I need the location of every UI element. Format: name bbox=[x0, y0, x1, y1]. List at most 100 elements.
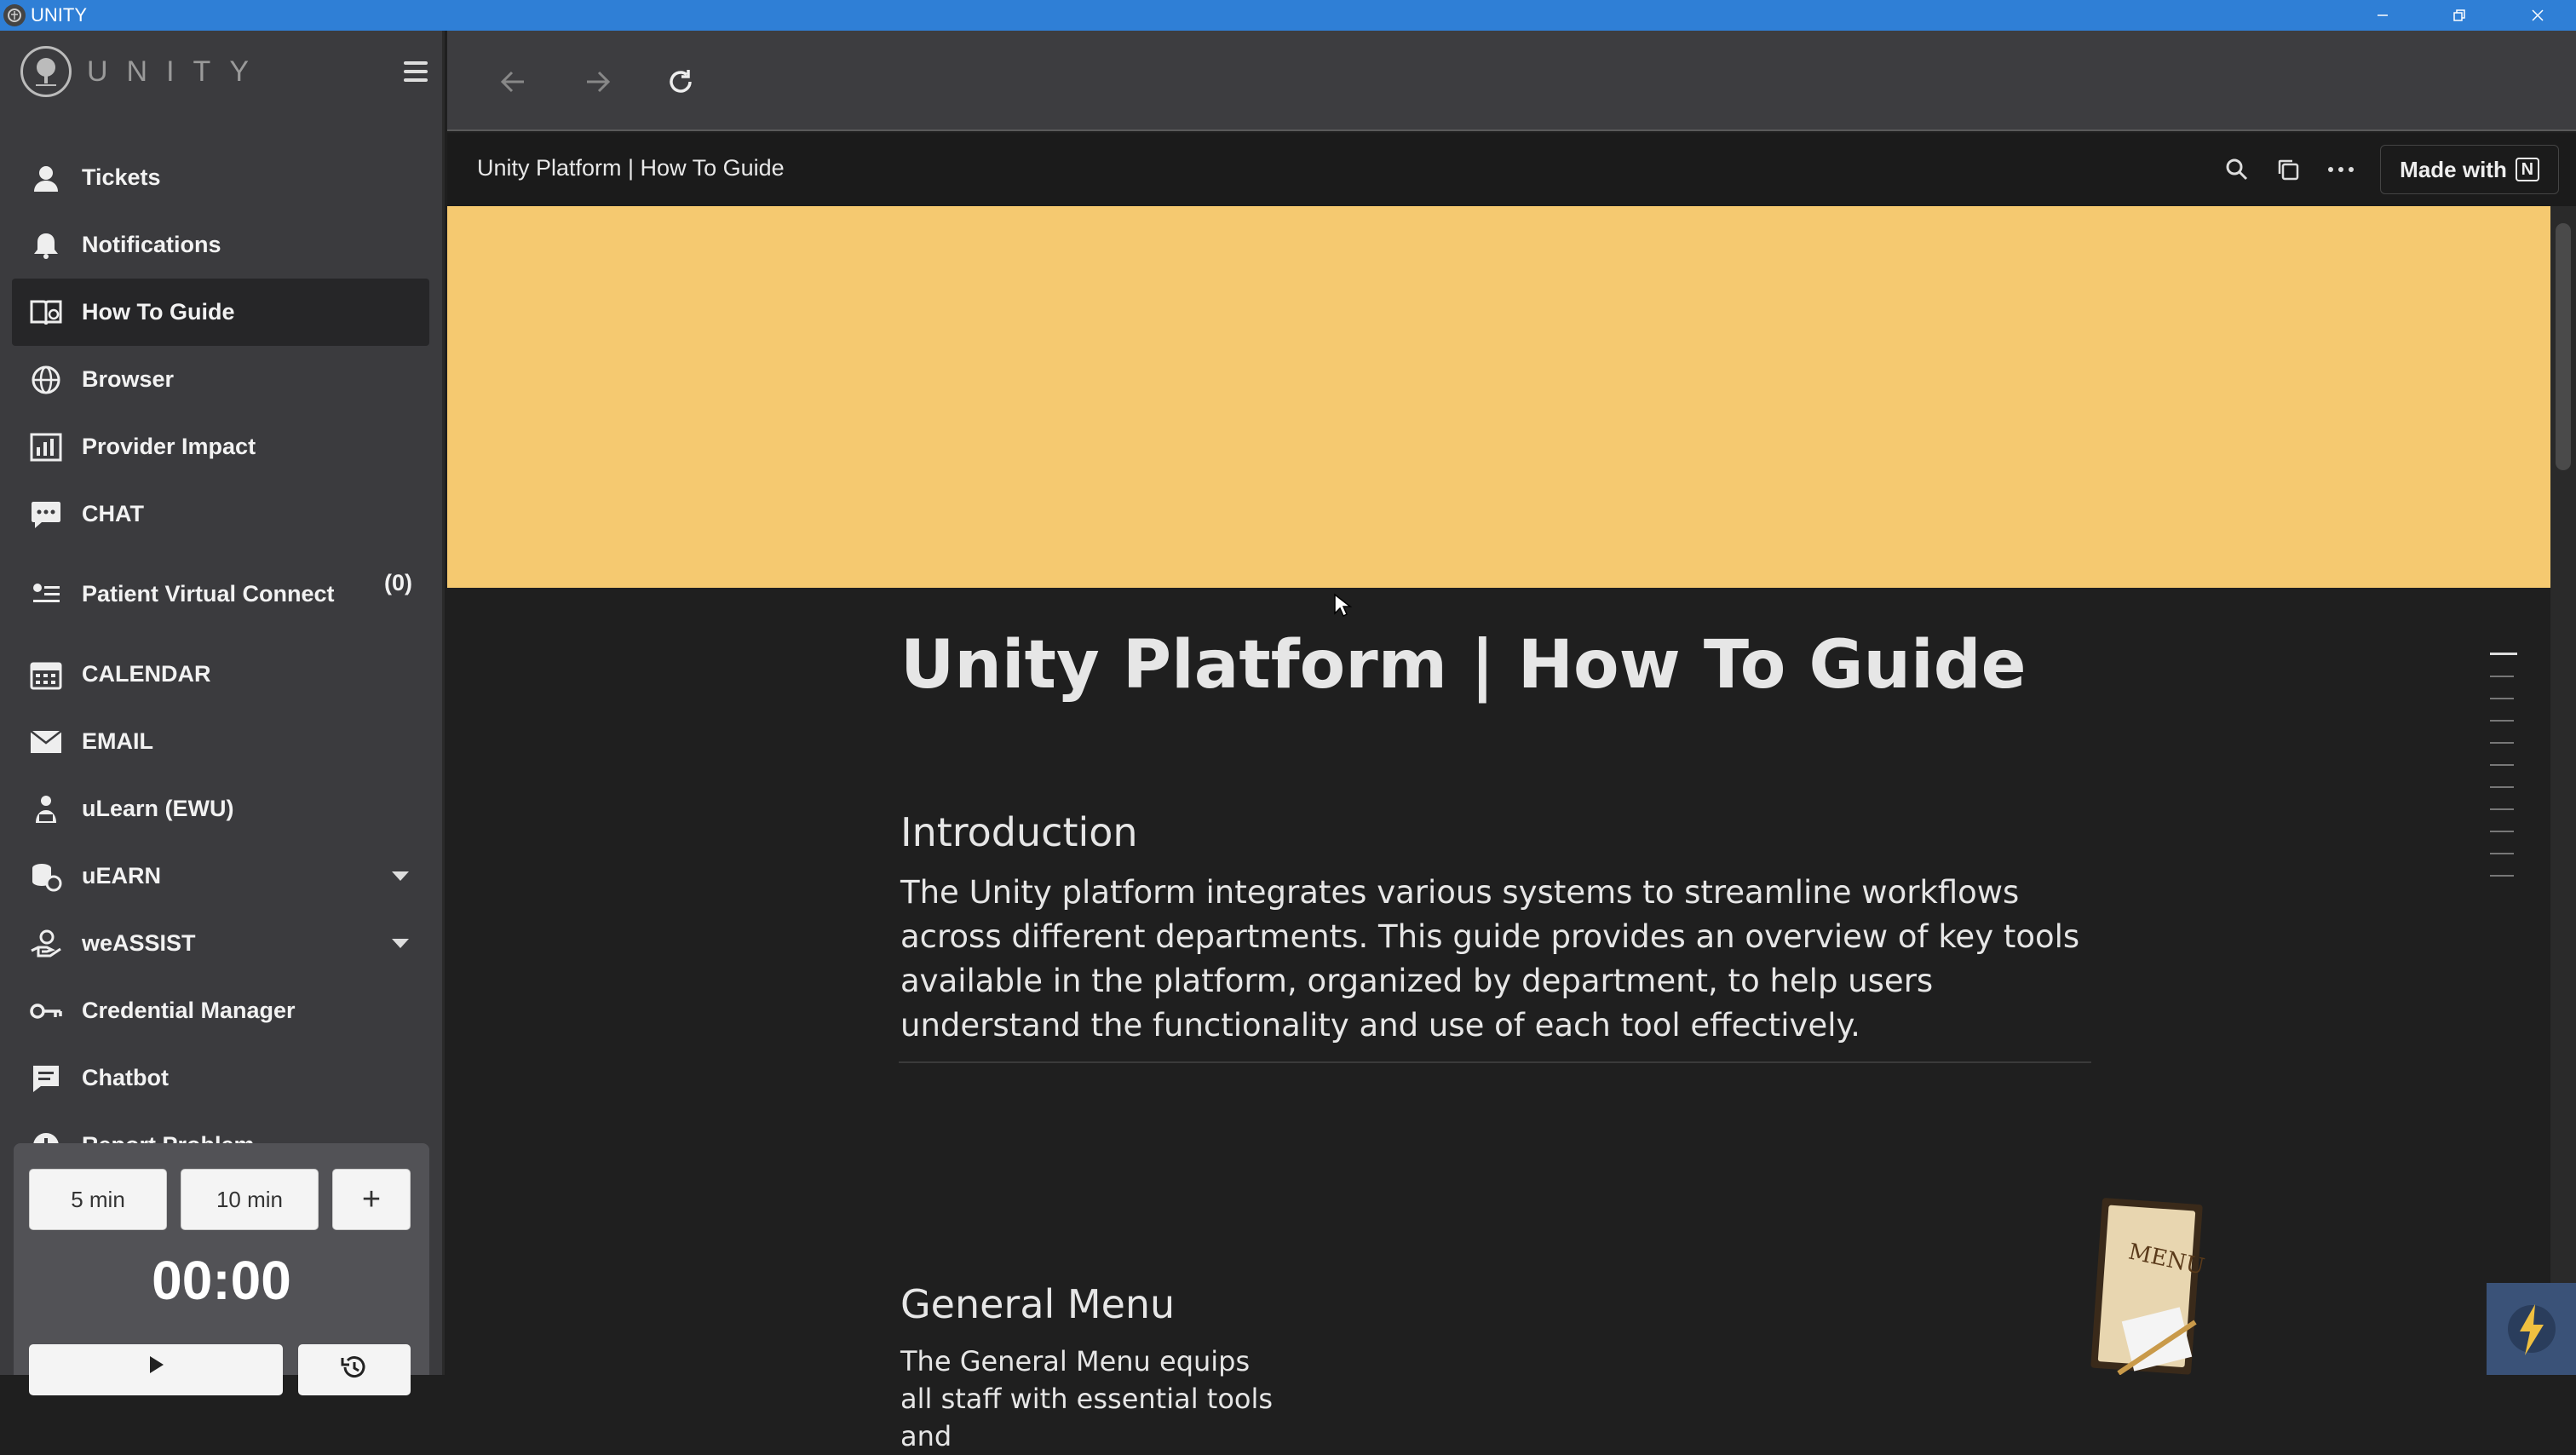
unity-logo[interactable]: UNITY bbox=[20, 46, 267, 97]
made-with-label: Made with bbox=[2400, 156, 2507, 182]
sidebar-item-label: weASSIST bbox=[82, 930, 196, 956]
ellipsis-icon bbox=[2328, 167, 2354, 172]
sidebar-item-patient-virtual-connect[interactable]: Patient Virtual Connect (0) bbox=[12, 548, 429, 641]
sidebar-item-uearn[interactable]: uEARN bbox=[12, 843, 429, 910]
timer-reset-button[interactable] bbox=[298, 1344, 411, 1395]
ticket-person-icon bbox=[29, 161, 63, 195]
assistant-badge[interactable] bbox=[2487, 1283, 2576, 1375]
sidebar-item-browser[interactable]: Browser bbox=[12, 346, 429, 413]
notion-logo-icon: N bbox=[2515, 158, 2539, 181]
sidebar-item-ulearn[interactable]: uLearn (EWU) bbox=[12, 775, 429, 843]
sidebar-item-weassist[interactable]: weASSIST bbox=[12, 910, 429, 977]
sidebar-item-label: Provider Impact bbox=[82, 434, 256, 459]
close-icon bbox=[2532, 9, 2544, 21]
chat-bubble-icon bbox=[29, 497, 63, 532]
scrollbar-thumb[interactable] bbox=[2556, 223, 2571, 470]
sidebar-item-chatbot[interactable]: Chatbot bbox=[12, 1044, 429, 1112]
table-of-contents[interactable] bbox=[2490, 653, 2524, 897]
sidebar-item-tickets[interactable]: Tickets bbox=[12, 144, 429, 211]
timer-5-min-button[interactable]: 5 min bbox=[29, 1169, 167, 1230]
timer-play-button[interactable] bbox=[29, 1344, 283, 1395]
sidebar-item-label: Patient Virtual Connect bbox=[82, 581, 335, 607]
sidebar-nav: Tickets Notifications How To Guide Brows… bbox=[12, 144, 429, 1179]
lightning-bolt-icon bbox=[2507, 1304, 2556, 1355]
window-title: UNITY bbox=[31, 4, 87, 26]
globe-icon bbox=[29, 363, 63, 397]
sidebar-item-label: uLearn (EWU) bbox=[82, 796, 234, 821]
chart-icon bbox=[29, 430, 63, 464]
message-square-icon bbox=[29, 1061, 63, 1096]
restore-button[interactable] bbox=[2421, 0, 2498, 31]
sidebar-item-label: Notifications bbox=[82, 232, 221, 257]
window-titlebar: UNITY bbox=[0, 0, 2576, 31]
timer-10-min-button[interactable]: 10 min bbox=[181, 1169, 319, 1230]
page-content: Unity Platform | How To Guide Introducti… bbox=[899, 627, 2093, 1452]
learner-icon bbox=[29, 792, 63, 826]
introduction-text: The Unity platform integrates various sy… bbox=[900, 874, 2080, 1044]
menu-illustration: MENU bbox=[2084, 1194, 2212, 1376]
page-scrollbar[interactable] bbox=[2550, 206, 2576, 1375]
patient-count-badge: (0) bbox=[384, 570, 412, 595]
menu-toggle-button[interactable] bbox=[404, 61, 428, 82]
search-icon bbox=[2226, 158, 2248, 181]
sidebar-item-label: Browser bbox=[82, 366, 175, 392]
search-button[interactable] bbox=[2219, 152, 2255, 187]
key-icon bbox=[29, 994, 63, 1028]
page-breadcrumb: Unity Platform | How To Guide bbox=[477, 155, 785, 181]
refresh-icon bbox=[670, 70, 692, 93]
restore-icon bbox=[2453, 9, 2465, 21]
sidebar-item-provider-impact[interactable]: Provider Impact bbox=[12, 413, 429, 480]
page-title: Unity Platform | How To Guide bbox=[900, 627, 2027, 704]
sidebar-item-calendar[interactable]: CALENDAR bbox=[12, 641, 429, 708]
duplicate-button[interactable] bbox=[2270, 152, 2306, 187]
calendar-icon bbox=[29, 658, 63, 692]
timer-display: 00:00 bbox=[152, 1250, 291, 1311]
browser-toolbar bbox=[447, 31, 2576, 131]
sidebar-item-label: CHAT bbox=[82, 501, 144, 526]
general-menu-heading: General Menu bbox=[900, 1281, 1176, 1327]
more-options-button[interactable] bbox=[2323, 152, 2359, 187]
made-with-notion-button[interactable]: Made with N bbox=[2380, 145, 2559, 194]
bell-icon bbox=[29, 228, 63, 262]
forward-button[interactable] bbox=[573, 58, 621, 106]
people-list-icon bbox=[29, 578, 63, 612]
back-button[interactable] bbox=[490, 58, 538, 106]
sidebar-item-label: How To Guide bbox=[82, 299, 235, 325]
sidebar-item-notifications[interactable]: Notifications bbox=[12, 211, 429, 279]
close-button[interactable] bbox=[2499, 0, 2576, 31]
divider bbox=[899, 1061, 2091, 1063]
arrow-left-icon bbox=[500, 71, 524, 93]
sidebar-item-label: Tickets bbox=[82, 164, 161, 190]
sidebar: UNITY Tickets Notifications How To Guide bbox=[0, 31, 445, 1395]
timer-add-button[interactable]: + bbox=[332, 1169, 411, 1230]
minimize-icon bbox=[2378, 14, 2388, 16]
sidebar-item-how-to-guide[interactable]: How To Guide bbox=[12, 279, 429, 346]
hamburger-icon bbox=[404, 61, 428, 65]
envelope-icon bbox=[29, 725, 63, 759]
chevron-down-icon[interactable] bbox=[392, 939, 409, 948]
sidebar-item-email[interactable]: EMAIL bbox=[12, 708, 429, 775]
helping-hand-icon bbox=[29, 927, 63, 961]
introduction-heading: Introduction bbox=[900, 809, 1138, 855]
mouse-cursor-icon bbox=[1333, 593, 1353, 623]
app-logo-icon bbox=[3, 4, 26, 26]
sidebar-item-label: CALENDAR bbox=[82, 661, 211, 687]
tree-logo-icon bbox=[20, 46, 72, 97]
main-area: Unity Platform | How To Guide Made with … bbox=[447, 31, 2576, 1452]
reload-button[interactable] bbox=[657, 58, 704, 106]
general-menu-text: The General Menu equips all staff with e… bbox=[900, 1345, 1274, 1452]
logo-text: UNITY bbox=[87, 55, 267, 88]
sidebar-item-label: uEARN bbox=[82, 863, 161, 889]
book-icon bbox=[29, 296, 63, 330]
sidebar-item-chat[interactable]: CHAT bbox=[12, 480, 429, 548]
sidebar-item-label: Credential Manager bbox=[82, 998, 296, 1023]
sidebar-item-label: EMAIL bbox=[82, 728, 153, 754]
history-icon bbox=[341, 1356, 365, 1378]
minimize-button[interactable] bbox=[2344, 0, 2421, 31]
chevron-down-icon[interactable] bbox=[392, 871, 409, 881]
sidebar-item-credential-manager[interactable]: Credential Manager bbox=[12, 977, 429, 1044]
copy-icon bbox=[2278, 159, 2299, 181]
sidebar-item-label: Chatbot bbox=[82, 1065, 169, 1090]
coins-icon bbox=[29, 860, 63, 894]
arrow-right-icon bbox=[587, 71, 611, 93]
